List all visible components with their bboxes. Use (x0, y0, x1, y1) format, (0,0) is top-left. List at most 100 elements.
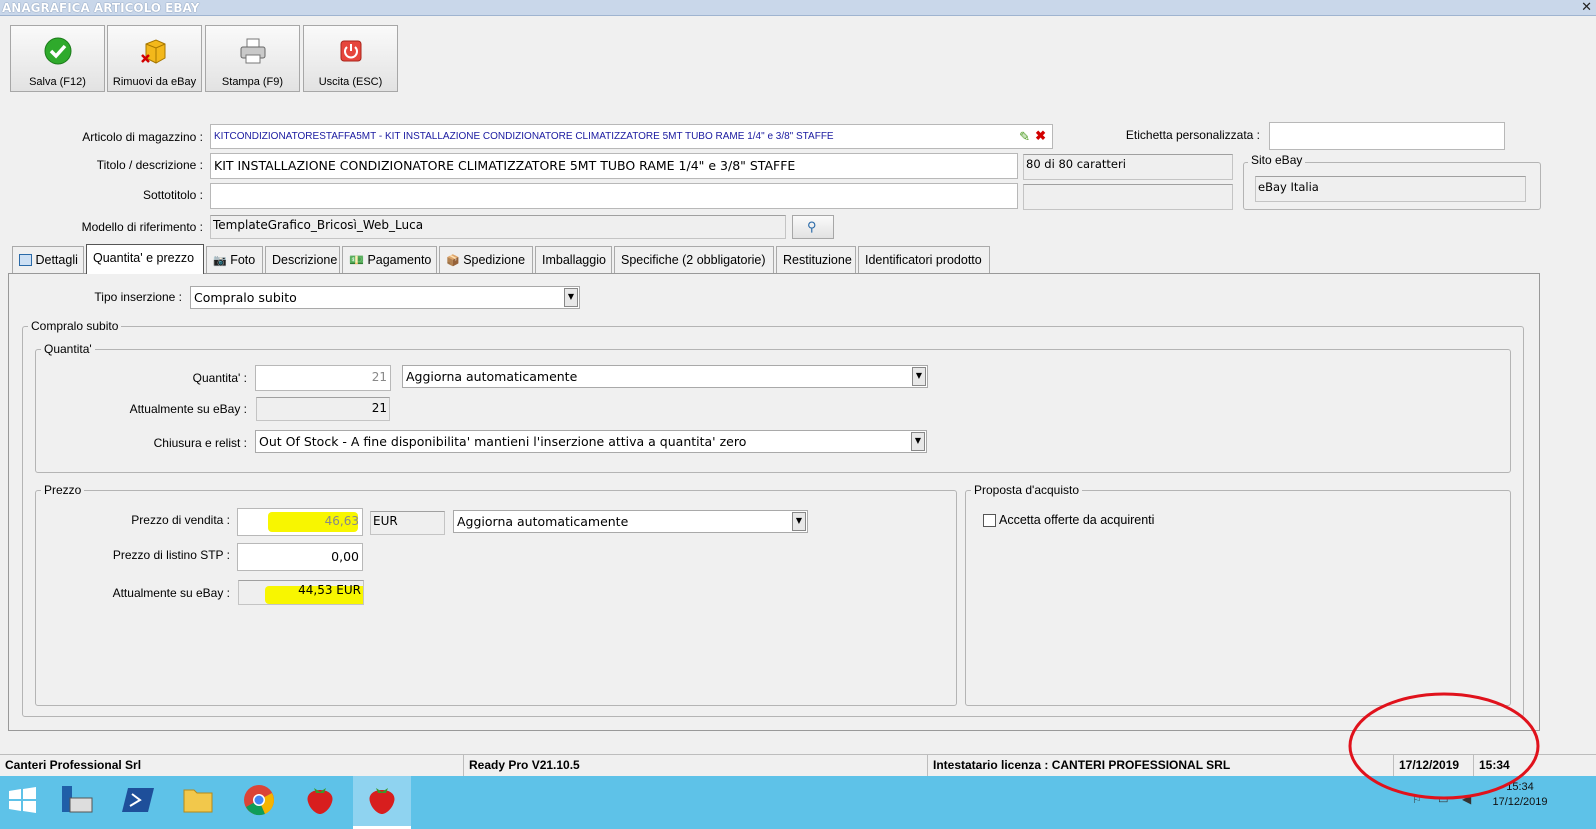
print-label: Stampa (F9) (221, 76, 284, 88)
save-label: Salva (F12) (29, 76, 86, 88)
file-explorer-icon[interactable] (180, 782, 216, 818)
attuale-prezzo-value: 44,53 EUR (298, 583, 361, 597)
tab-restituzione[interactable]: Restituzione (776, 246, 856, 274)
save-button[interactable]: Salva (F12) (10, 25, 105, 92)
exit-label: Uscita (ESC) (318, 76, 383, 88)
server-manager-icon[interactable] (58, 782, 94, 818)
tipo-value: Compralo subito (194, 290, 297, 305)
accetta-checkbox[interactable] (983, 514, 996, 527)
tab-imballaggio[interactable]: Imballaggio (535, 246, 612, 274)
titolo-label: Titolo / descrizione : (96, 158, 203, 172)
tab-label: Quantita' e prezzo (93, 251, 195, 265)
proposta-title: Proposta d'acquisto (971, 483, 1083, 497)
quantita-aggiorna-select[interactable]: Aggiorna automaticamente ▼ (402, 365, 928, 388)
modello-search-button[interactable]: ⚲ (792, 215, 834, 239)
status-version: Ready Pro V21.10.5 (463, 754, 927, 776)
tab-dettagli[interactable]: Dettagli (12, 246, 84, 274)
tab-foto[interactable]: 📷 Foto (206, 246, 263, 274)
vendita-label: Prezzo di vendita : (131, 513, 230, 527)
exit-button[interactable]: Uscita (ESC) (303, 25, 398, 92)
tab-label: Spedizione (463, 253, 526, 267)
calendar-icon (19, 254, 32, 266)
attuale-quantita-label: Attualmente su eBay : (129, 402, 247, 416)
modello-label: Modello di riferimento : (81, 220, 203, 234)
magnifier-icon: ⚲ (807, 219, 817, 234)
chiusura-select[interactable]: Out Of Stock - A fine disponibilita' man… (255, 430, 927, 453)
clock-time: 15:34 (1506, 781, 1534, 793)
tab-specifiche[interactable]: Specifiche (2 obbligatorie) (614, 246, 774, 274)
titolo-counter: 80 di 80 caratteri (1023, 154, 1233, 180)
edit-pencil-icon[interactable]: ✎ (1019, 129, 1030, 145)
articolo-field[interactable]: KITCONDIZIONATORESTAFFA5MT - KIT INSTALL… (210, 124, 1053, 149)
status-company: Canteri Professional Srl (5, 758, 142, 772)
tipo-select[interactable]: Compralo subito ▼ (190, 286, 580, 309)
volume-icon[interactable]: ◀ (1462, 792, 1471, 806)
tab-pagamento[interactable]: 💵 Pagamento (342, 246, 437, 274)
package-icon: 📦 (446, 255, 460, 267)
windows-start-icon[interactable] (4, 782, 40, 818)
chrome-icon[interactable] (241, 782, 277, 818)
accetta-label: Accetta offerte da acquirenti (999, 513, 1155, 527)
etichetta-input[interactable] (1269, 122, 1505, 150)
sito-ebay-title: Sito eBay (1248, 153, 1306, 167)
tab-label: Descrizione (272, 253, 338, 267)
status-date: 17/12/2019 (1393, 754, 1473, 776)
sottotitolo-counter (1023, 184, 1233, 210)
chevron-down-icon: ▼ (792, 512, 806, 531)
attuale-prezzo-label: Attualmente su eBay : (112, 586, 230, 600)
sottotitolo-input[interactable] (210, 183, 1018, 209)
print-button[interactable]: Stampa (F9) (205, 25, 300, 92)
tab-label: Imballaggio (542, 253, 606, 267)
prezzo-aggiorna-value: Aggiorna automaticamente (457, 514, 629, 529)
flag-icon[interactable]: ⚐ (1412, 793, 1422, 806)
attuale-prezzo-field: 44,53 EUR (238, 580, 364, 605)
tab-label: Foto (230, 253, 256, 267)
strawberry-app-icon[interactable] (302, 782, 338, 818)
tab-descrizione[interactable]: Descrizione (265, 246, 340, 274)
etichetta-label: Etichetta personalizzata : (1125, 128, 1260, 142)
quantita-title: Quantita' (41, 342, 95, 356)
chevron-down-icon: ▼ (911, 432, 925, 451)
titolo-input[interactable]: KIT INSTALLAZIONE CONDIZIONATORE CLIMATI… (210, 153, 1018, 179)
quantita-aggiorna-value: Aggiorna automaticamente (406, 369, 578, 384)
attuale-quantita-value: 21 (256, 397, 390, 421)
listino-label: Prezzo di listino STP : (112, 548, 230, 562)
tab-quantita-prezzo[interactable]: Quantita' e prezzo (86, 244, 204, 274)
power-icon (340, 40, 362, 62)
quantita-label: Quantita' : (192, 371, 247, 385)
vendita-value: 46,63 (324, 514, 359, 528)
prezzo-aggiorna-select[interactable]: Aggiorna automaticamente ▼ (453, 510, 808, 533)
close-icon[interactable]: ✕ (1581, 0, 1592, 15)
check-icon (44, 37, 72, 65)
taskbar-clock[interactable]: 15:34 17/12/2019 (1485, 781, 1555, 808)
compralo-subito-title: Compralo subito (28, 319, 122, 333)
remove-label: Rimuovi da eBay (112, 76, 197, 88)
articolo-value: KITCONDIZIONATORESTAFFA5MT - KIT INSTALL… (214, 131, 834, 142)
remove-box-icon (141, 39, 166, 64)
quantita-input[interactable]: 21 (255, 365, 391, 391)
sito-ebay-value: eBay Italia (1255, 176, 1526, 202)
chiusura-value: Out Of Stock - A fine disponibilita' man… (259, 434, 747, 449)
network-icon[interactable]: ▭ (1438, 793, 1448, 806)
tab-spedizione[interactable]: 📦 Spedizione (439, 246, 533, 274)
money-icon: 💵 (349, 253, 364, 267)
vendita-input[interactable]: 46,63 (237, 508, 363, 536)
articolo-label: Articolo di magazzino : (82, 130, 203, 144)
tab-label: Identificatori prodotto (865, 253, 982, 267)
status-license: Intestatario licenza : CANTERI PROFESSIO… (927, 754, 1393, 776)
remove-from-ebay-button[interactable]: Rimuovi da eBay (107, 25, 202, 92)
chevron-down-icon: ▼ (912, 367, 926, 386)
listino-input[interactable]: 0,00 (237, 543, 363, 571)
tab-label: Specifiche (2 obbligatorie) (621, 253, 766, 267)
prezzo-title: Prezzo (41, 483, 85, 497)
printer-icon (240, 38, 266, 64)
strawberry-app-icon-active[interactable] (364, 782, 400, 818)
sottotitolo-label: Sottotitolo : (142, 188, 203, 202)
powershell-icon[interactable] (120, 782, 156, 818)
modello-value: TemplateGrafico_Bricosì_Web_Luca (210, 215, 786, 239)
tab-identificatori[interactable]: Identificatori prodotto (858, 246, 990, 274)
clear-x-icon[interactable]: ✖ (1035, 128, 1046, 144)
clock-date: 17/12/2019 (1492, 796, 1548, 808)
tipo-label: Tipo inserzione : (94, 290, 182, 304)
status-time: 15:34 (1473, 754, 1545, 776)
